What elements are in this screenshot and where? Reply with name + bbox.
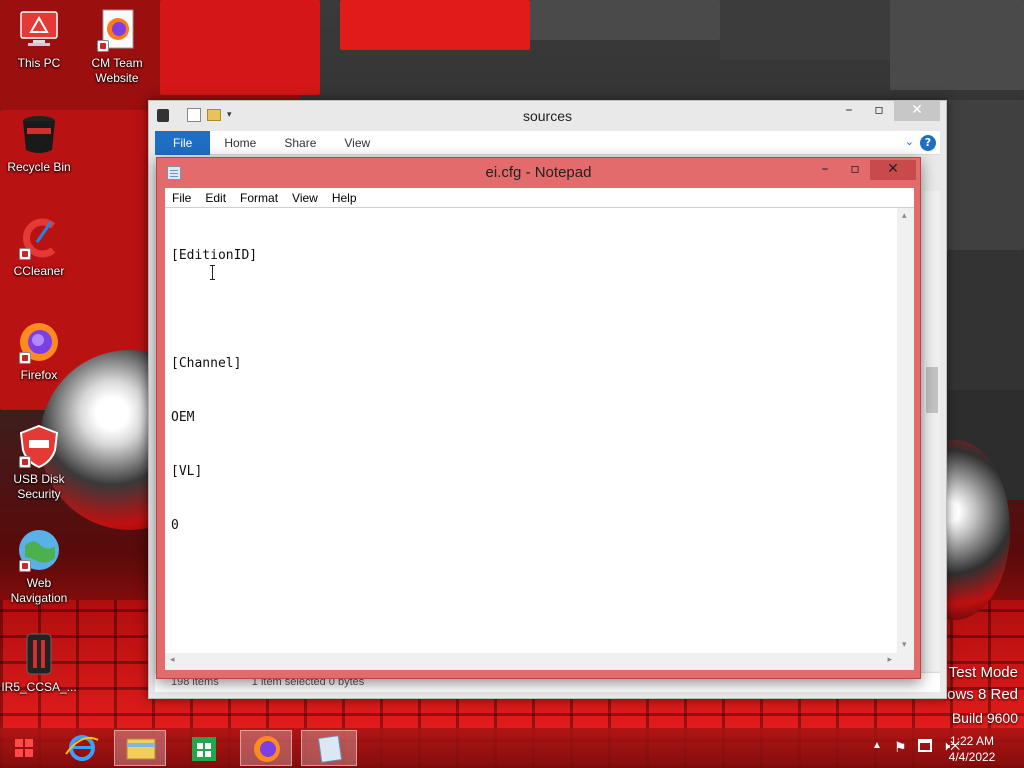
start-button[interactable]	[4, 730, 44, 766]
ir5-ccsa-icon	[17, 632, 61, 676]
taskbar-internet-explorer[interactable]	[56, 730, 108, 766]
ccleaner-icon	[17, 216, 61, 260]
system-tray: ▲ ⚑ 🕨✕ 1:22 AM 4/4/2022	[824, 728, 1024, 768]
desktop-icon-label: Recycle Bin	[7, 160, 71, 174]
desktop-icon-cm-team-website[interactable]: CM Team Website	[78, 8, 156, 86]
explorer-minimize-button[interactable]: –	[834, 101, 864, 121]
taskbar-clock[interactable]: 1:22 AM 4/4/2022	[942, 733, 1002, 765]
tab-share[interactable]: Share	[270, 131, 330, 155]
clock-date: 4/4/2022	[948, 750, 996, 764]
text-line: [VL]	[171, 464, 203, 479]
notepad-icon	[317, 735, 343, 763]
desktop-icon-ir5-ccsa[interactable]: IR5_CCSA_...	[0, 632, 78, 695]
network-icon[interactable]	[918, 739, 932, 752]
this-pc-icon	[17, 8, 61, 52]
recycle-bin-icon	[17, 112, 61, 156]
notepad-horizontal-scrollbar[interactable]: ◂ ▸	[165, 653, 897, 670]
action-center-flag-icon[interactable]: ⚑	[894, 739, 907, 756]
taskbar-file-explorer[interactable]	[114, 730, 166, 766]
ribbon-expand-icon[interactable]: ⌄	[905, 135, 914, 148]
scroll-left-arrow-icon[interactable]: ◂	[170, 655, 175, 665]
scroll-up-arrow-icon[interactable]: ▴	[902, 211, 907, 221]
firefox-shortcut-icon	[95, 8, 139, 52]
store-icon	[192, 737, 216, 761]
text-line: OEM	[171, 410, 195, 425]
test-mode-watermark: Test Mode	[948, 664, 1018, 681]
text-line: [EditionID]	[171, 248, 258, 263]
taskbar-firefox[interactable]	[240, 730, 292, 766]
menu-view[interactable]: View	[285, 191, 325, 205]
desktop-icon-web-navigation[interactable]: Web Navigation	[0, 528, 78, 606]
notepad-menubar: File Edit Format View Help	[165, 188, 914, 208]
desktop-icon-label: Firefox	[20, 368, 58, 382]
internet-explorer-icon	[65, 735, 99, 761]
notepad-maximize-button[interactable]: ▫	[840, 160, 870, 180]
explorer-title: sources	[522, 108, 573, 124]
desktop-icon-recycle-bin[interactable]: Recycle Bin	[0, 112, 78, 175]
firefox-icon	[17, 320, 61, 364]
scroll-down-arrow-icon[interactable]: ▾	[902, 640, 907, 650]
menu-edit[interactable]: Edit	[198, 191, 233, 205]
desktop-icon-usb-disk-security[interactable]: USB Disk Security	[0, 424, 78, 502]
notepad-text-area[interactable]: [EditionID] [Channel] OEM [VL] 0 ▴ ▾ ◂ ▸	[165, 208, 914, 670]
notepad-title: ei.cfg - Notepad	[485, 164, 592, 181]
notepad-close-button[interactable]: ✕	[870, 160, 916, 180]
text-line: [Channel]	[171, 356, 242, 371]
desktop-icon-label: Web Navigation	[10, 576, 68, 605]
desktop-icon-label: CCleaner	[13, 264, 65, 278]
show-hidden-icons-icon[interactable]: ▲	[872, 740, 882, 751]
text-line: 0	[171, 518, 179, 533]
help-icon[interactable]: ?	[920, 135, 936, 151]
tab-view[interactable]: View	[330, 131, 384, 155]
tab-file[interactable]: File	[155, 130, 211, 155]
usb-disk-security-icon	[17, 424, 61, 469]
desktop-icon-firefox[interactable]: Firefox	[0, 320, 78, 383]
desktop-icon-label: IR5_CCSA_...	[1, 680, 77, 694]
desktop-icon-label: CM Team Website	[91, 56, 143, 85]
firefox-icon	[254, 736, 280, 762]
scrollbar-corner	[897, 653, 914, 670]
explorer-scrollbar[interactable]	[924, 191, 940, 671]
windows-logo-icon	[15, 739, 33, 757]
menu-help[interactable]: Help	[325, 191, 364, 205]
build-watermark: Build 9600	[951, 710, 1018, 726]
menu-format[interactable]: Format	[233, 191, 285, 205]
text-cursor-icon	[210, 265, 215, 280]
desktop-icon-label: USB Disk Security	[13, 472, 65, 501]
explorer-close-button[interactable]: ✕	[894, 101, 940, 121]
clock-time: 1:22 AM	[949, 734, 995, 748]
explorer-titlebar[interactable]: ▾ sources – ▫ ✕	[149, 101, 946, 131]
menu-file[interactable]: File	[165, 191, 198, 205]
text-line	[171, 301, 257, 319]
taskbar-notepad[interactable]	[301, 730, 357, 766]
desktop-icon-ccleaner[interactable]: CCleaner	[0, 216, 78, 279]
scroll-right-arrow-icon[interactable]: ▸	[887, 655, 892, 665]
explorer-maximize-button[interactable]: ▫	[864, 101, 894, 121]
explorer-scroll-thumb[interactable]	[926, 367, 938, 413]
web-navigation-icon	[17, 528, 61, 572]
taskbar: ▲ ⚑ 🕨✕ 1:22 AM 4/4/2022	[0, 728, 1024, 768]
desktop-icon-this-pc[interactable]: This PC	[0, 8, 78, 71]
desktop-icon-label: This PC	[17, 56, 61, 70]
edition-watermark: lows 8 Red	[943, 686, 1018, 703]
file-explorer-icon	[126, 738, 156, 760]
tab-home[interactable]: Home	[210, 131, 270, 155]
notepad-window[interactable]: ei.cfg - Notepad – ▫ ✕ File Edit Format …	[156, 157, 921, 679]
ribbon-tabs: File Home Share View ⌄ ?	[155, 130, 940, 155]
notepad-vertical-scrollbar[interactable]: ▴ ▾	[897, 208, 914, 653]
notepad-titlebar[interactable]: ei.cfg - Notepad – ▫ ✕	[157, 158, 920, 188]
taskbar-store[interactable]	[178, 730, 230, 766]
notepad-minimize-button[interactable]: –	[810, 160, 840, 180]
